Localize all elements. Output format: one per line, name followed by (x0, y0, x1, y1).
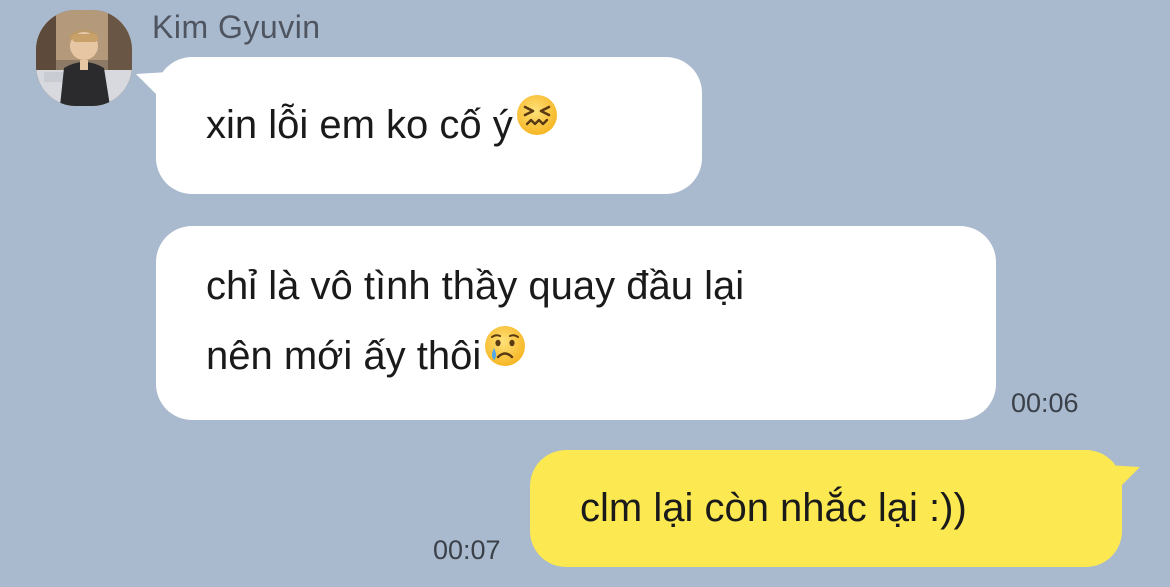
message-timestamp: 00:06 (1011, 388, 1079, 418)
sender-avatar[interactable] (36, 10, 132, 106)
message-text: clm lại còn nhắc lại :)) (580, 486, 967, 530)
message-text-line-1: chỉ là vô tình thầy quay đầu lại (206, 264, 745, 308)
message-timestamp: 00:07 (433, 535, 501, 565)
avatar-photo (36, 10, 132, 106)
message-bubble-outgoing[interactable]: clm lại còn nhắc lại :)) (530, 450, 1122, 567)
crying-face-emoji (483, 320, 527, 390)
message-bubble-incoming[interactable]: xin lỗi em ko cố ý (156, 57, 702, 194)
message-text: xin lỗi em ko cố ý (206, 103, 513, 147)
sender-name: Kim Gyuvin (152, 9, 321, 45)
message-bubble-incoming[interactable]: chỉ là vô tình thầy quay đầu lại nên mới… (156, 226, 996, 420)
confounded-face-emoji (515, 89, 559, 159)
message-text-line-2: nên mới ấy thôi (206, 334, 482, 378)
chat-thread: Kim Gyuvin xin lỗi em ko cố ý chỉ là vô … (0, 0, 1170, 587)
